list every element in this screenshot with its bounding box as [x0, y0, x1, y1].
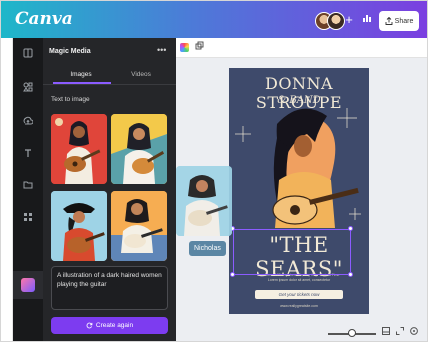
prompt-input[interactable]: A illustration of a dark haired women pl… [51, 266, 168, 310]
share-button[interactable]: Share [379, 11, 419, 31]
section-label: Text to image [51, 96, 90, 103]
bottom-bar [176, 323, 427, 341]
selection-box [233, 229, 351, 275]
poster-subtitle[interactable]: & BAND [229, 95, 369, 106]
generated-image-3[interactable] [51, 191, 107, 261]
poster-title[interactable]: DONNA STROUPE [229, 74, 369, 112]
tab-videos[interactable]: Videos [113, 71, 169, 78]
share-label: Share [394, 17, 414, 25]
uploads-icon[interactable] [21, 116, 35, 130]
fullscreen-icon[interactable] [394, 327, 406, 339]
text-icon[interactable] [21, 148, 35, 162]
poster-details-line2: Lorem ipsum dolor sit amet, consectetur [267, 277, 331, 282]
generated-image-1[interactable] [51, 114, 107, 184]
side-rail [13, 38, 43, 341]
poster-tickets-button[interactable]: Get your tickets now [255, 290, 343, 299]
tab-images[interactable]: Images [53, 71, 109, 78]
create-again-label: Create again [95, 322, 134, 329]
add-collaborator-button[interactable]: + [343, 12, 355, 27]
magic-media-icon [21, 278, 35, 292]
selection-handle[interactable] [230, 272, 235, 277]
color-picker-icon[interactable] [180, 43, 189, 52]
poster-design[interactable]: DONNA STROUPE & BAND "THE SEARS" Locatio… [229, 68, 369, 314]
upload-icon [385, 17, 393, 25]
poster-url[interactable]: www.reallygreatsite.com [229, 304, 369, 308]
generated-image-4[interactable] [111, 191, 167, 261]
projects-icon[interactable] [21, 180, 35, 194]
drag-user-label: Nicholas [189, 241, 226, 256]
plus-icon: + [345, 12, 353, 27]
window-edge [1, 38, 13, 341]
pages-icon[interactable] [380, 327, 392, 339]
apps-icon[interactable] [21, 212, 35, 226]
canva-logo[interactable]: Canva [15, 9, 73, 29]
elements-icon[interactable] [21, 82, 35, 96]
panel-title: Magic Media [49, 48, 91, 55]
tab-divider [43, 84, 176, 85]
help-icon[interactable] [408, 327, 420, 339]
more-options-icon[interactable]: ••• [157, 45, 166, 55]
create-again-button[interactable]: Create again [51, 317, 168, 334]
template-icon[interactable] [21, 48, 35, 62]
insights-button[interactable] [359, 11, 375, 29]
dragged-image[interactable] [176, 166, 232, 236]
canvas-toolbar [176, 38, 427, 58]
app-window: Canva + Share Magic Media ••• Images Vid… [0, 0, 428, 342]
bar-chart-icon [363, 15, 371, 22]
selection-handle[interactable] [348, 272, 353, 277]
refresh-icon [86, 322, 93, 329]
magic-media-panel: Magic Media ••• Images Videos Text to im… [43, 38, 176, 341]
zoom-slider-handle[interactable] [348, 329, 356, 337]
generated-image-2[interactable] [111, 114, 167, 184]
magic-media-rail-item[interactable] [13, 271, 43, 299]
selection-handle[interactable] [348, 226, 353, 231]
animate-icon[interactable] [195, 41, 204, 52]
top-bar: Canva + Share [1, 1, 427, 38]
